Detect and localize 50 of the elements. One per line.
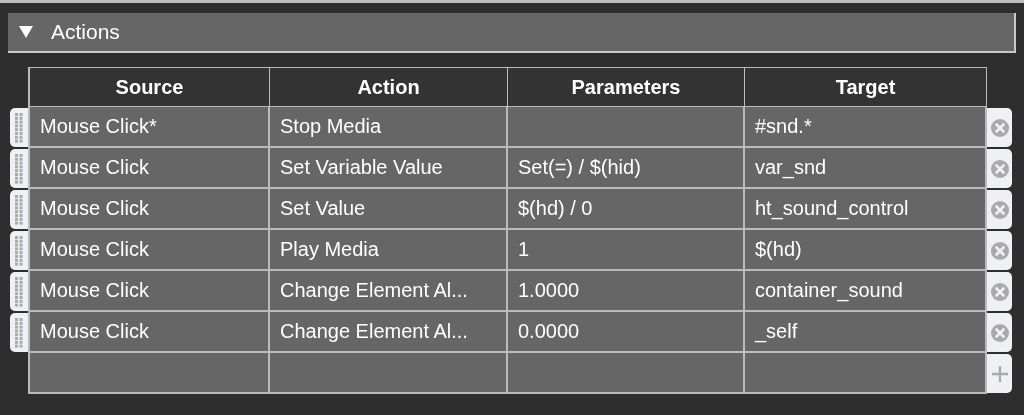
close-icon: [989, 199, 1010, 220]
column-header: Source: [28, 67, 270, 107]
delete-button[interactable]: [987, 313, 1012, 352]
table-cell: container_sound: [745, 271, 987, 312]
table-cell: 0.0000: [508, 312, 745, 353]
add-button[interactable]: [987, 354, 1012, 393]
section-header[interactable]: Actions: [8, 13, 1016, 53]
table-cell: Play Media: [270, 230, 508, 271]
drag-handle-icon[interactable]: [10, 313, 28, 352]
close-icon: [989, 117, 1010, 138]
table-cell: Set(=) / $(hid): [508, 148, 745, 189]
table-cell: ht_sound_control: [745, 189, 987, 230]
table-cell: 1: [508, 230, 745, 271]
table-cell: Stop Media: [270, 107, 508, 148]
close-icon: [989, 240, 1010, 261]
close-icon: [989, 322, 1010, 343]
table-cell: var_snd: [745, 148, 987, 189]
section-title: Actions: [51, 20, 120, 44]
table-cell: Mouse Click: [28, 312, 270, 353]
table-cell: $(hd): [745, 230, 987, 271]
table-cell: Mouse Click: [28, 230, 270, 271]
table-cell: Change Element Al...: [270, 312, 508, 353]
delete-button[interactable]: [987, 149, 1012, 188]
table-cell: Set Variable Value: [270, 148, 508, 189]
table-cell: #snd.*: [745, 107, 987, 148]
table-cell: Mouse Click: [28, 271, 270, 312]
table-cell: _self: [745, 312, 987, 353]
delete-button[interactable]: [987, 231, 1012, 270]
close-icon: [989, 158, 1010, 179]
table-cell: Mouse Click*: [28, 107, 270, 148]
close-icon: [989, 281, 1010, 302]
table-cell: Set Value: [270, 189, 508, 230]
drag-handle-icon[interactable]: [10, 108, 28, 147]
table-cell: Mouse Click: [28, 148, 270, 189]
column-header: Target: [745, 67, 987, 107]
delete-button[interactable]: [987, 108, 1012, 147]
drag-handle-icon[interactable]: [10, 231, 28, 270]
table-cell: $(hd) / 0: [508, 189, 745, 230]
drag-handle-icon[interactable]: [10, 149, 28, 188]
column-header: Parameters: [508, 67, 745, 107]
table-cell: 1.0000: [508, 271, 745, 312]
table-cell: Mouse Click: [28, 189, 270, 230]
disclosure-triangle-icon: [19, 26, 33, 38]
delete-button[interactable]: [987, 272, 1012, 311]
column-header: Action: [270, 67, 508, 107]
drag-handle-icon[interactable]: [10, 272, 28, 311]
table-cell: Change Element Al...: [270, 271, 508, 312]
drag-handle-icon[interactable]: [10, 190, 28, 229]
plus-icon: [989, 363, 1010, 384]
delete-button[interactable]: [987, 190, 1012, 229]
